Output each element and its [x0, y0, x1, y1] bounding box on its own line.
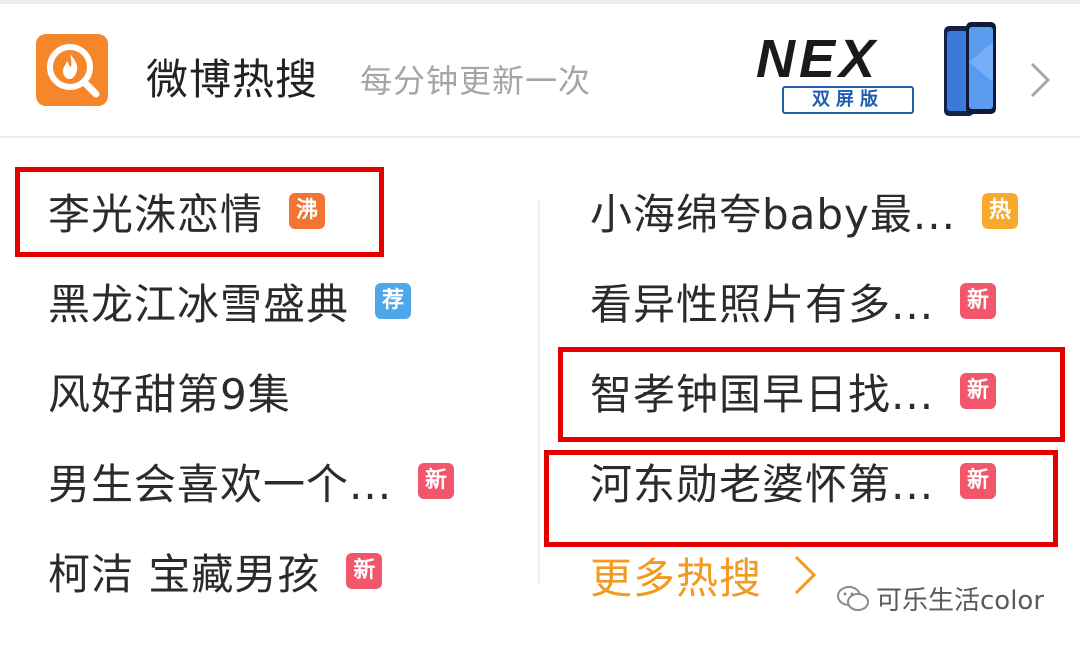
recommended-badge: 荐 — [375, 283, 412, 319]
column-divider — [538, 200, 540, 585]
hot-search-item[interactable]: 小海绵夸baby最... 热 — [590, 176, 1018, 246]
new-badge: 新 — [960, 283, 997, 319]
wechat-icon — [837, 585, 869, 611]
new-badge: 新 — [346, 553, 383, 589]
hot-search-item-text: 男生会喜欢一个... — [48, 459, 393, 509]
page-title: 微博热搜 — [146, 55, 319, 104]
hot-search-item-text: 小海绵夸baby最... — [590, 189, 956, 239]
update-frequency-text: 每分钟更新一次 — [360, 62, 592, 100]
hot-search-item[interactable]: 柯洁 宝藏男孩 新 — [48, 536, 383, 606]
ad-brand-logo: NEX — [756, 29, 880, 89]
header-divider — [0, 136, 1080, 138]
chevron-right-icon[interactable] — [1028, 60, 1052, 100]
watermark-text: 可乐生活color — [876, 586, 1045, 616]
hot-search-item-text: 柯洁 宝藏男孩 — [48, 549, 321, 599]
hot-search-header[interactable]: 微博热搜 每分钟更新一次 NEX 双屏版 — [0, 4, 1080, 136]
hot-search-item-text: 风好甜第9集 — [48, 369, 291, 419]
new-badge: 新 — [418, 463, 455, 499]
ad-banner[interactable]: NEX 双屏版 — [756, 22, 1006, 132]
more-hot-search-label: 更多热搜 — [590, 553, 763, 603]
hot-search-item-text: 黑龙江冰雪盛典 — [48, 279, 350, 329]
hot-badge: 热 — [981, 193, 1018, 229]
weibo-hot-search-logo-icon — [36, 34, 108, 106]
highlight-box — [544, 450, 1058, 547]
highlight-box — [558, 347, 1065, 442]
hot-search-item[interactable]: 风好甜第9集 — [48, 356, 291, 426]
hot-search-item[interactable]: 黑龙江冰雪盛典 荐 — [48, 266, 412, 336]
hot-search-item[interactable]: 看异性照片有多... 新 — [590, 266, 997, 336]
smartphone-icon — [944, 22, 996, 116]
more-hot-search-link[interactable]: 更多热搜 — [590, 540, 818, 610]
watermark: 可乐生活color — [836, 580, 1044, 617]
hot-search-item-text: 看异性照片有多... — [590, 279, 935, 329]
ad-badge: 双屏版 — [782, 86, 914, 114]
hot-search-item[interactable]: 男生会喜欢一个... 新 — [48, 446, 455, 516]
highlight-box — [15, 167, 384, 257]
chevron-right-icon — [794, 555, 817, 595]
